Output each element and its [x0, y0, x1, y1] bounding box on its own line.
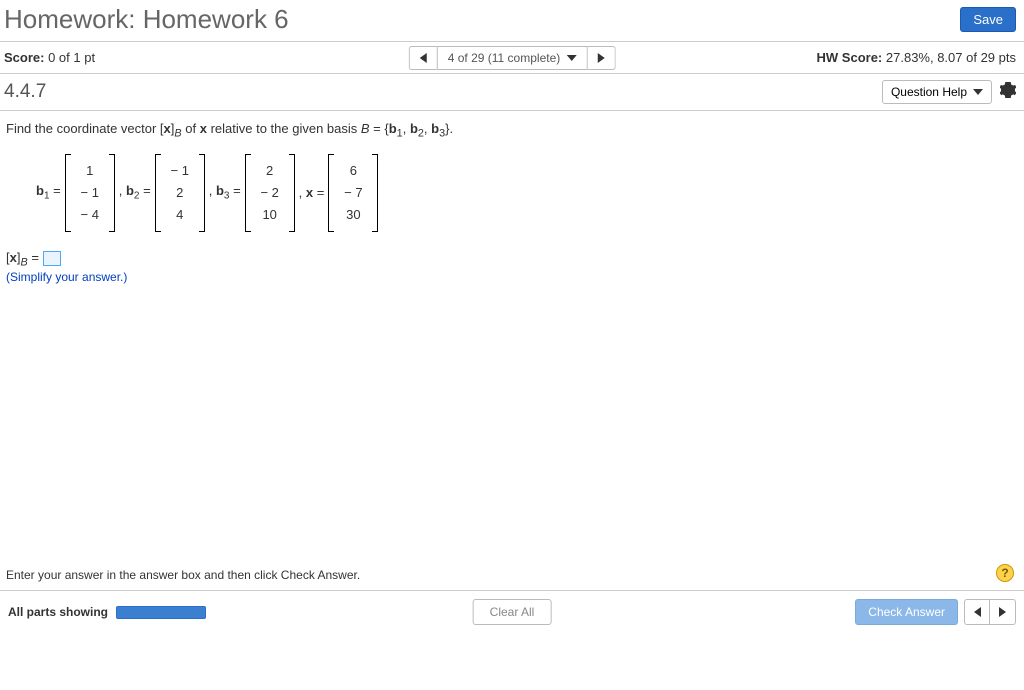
hw-score-value: 27.83%, 8.07 of 29 pts [886, 50, 1016, 65]
answer-line: [x]B = [6, 250, 1012, 269]
b1-vector: 1− 1− 4 [65, 154, 115, 232]
score-display: Score: 0 of 1 pt [4, 50, 95, 65]
clear-all-button[interactable]: Clear All [473, 599, 552, 625]
b3-vector: 2− 210 [245, 154, 295, 232]
sep: , b3 = [209, 183, 241, 202]
question-number: 4.4.7 [4, 81, 46, 103]
help-icon[interactable]: ? [996, 564, 1014, 582]
b2-vector: − 124 [155, 154, 205, 232]
save-button[interactable]: Save [960, 7, 1016, 32]
triangle-down-icon [973, 89, 983, 95]
triangle-left-icon [974, 607, 981, 617]
triangle-right-icon [999, 607, 1006, 617]
parts-showing-label: All parts showing [8, 605, 108, 619]
page-title: Homework: Homework 6 [4, 4, 289, 35]
question-help-button[interactable]: Question Help [882, 80, 992, 104]
hw-score-display: HW Score: 27.83%, 8.07 of 29 pts [817, 50, 1016, 65]
answer-hint: (Simplify your answer.) [6, 270, 1012, 284]
gear-icon[interactable] [1000, 82, 1016, 103]
nav-position-text: 4 of 29 (11 complete) [448, 51, 561, 65]
vector-equation: b1 = 1− 1− 4 , b2 = − 124 , b3 = 2− 210 … [36, 154, 1012, 232]
question-nav-dropdown[interactable]: 4 of 29 (11 complete) [437, 46, 588, 70]
triangle-down-icon [566, 55, 576, 61]
sep: , b2 = [119, 183, 151, 202]
prompt-text: Find the coordinate vector [6, 121, 160, 136]
prompt-text: relative to the given basis [207, 121, 361, 136]
next-question-button[interactable] [587, 46, 615, 70]
triangle-right-icon [597, 53, 604, 63]
prev-question-button[interactable] [409, 46, 437, 70]
problem-prompt: Find the coordinate vector [x]B of x rel… [6, 121, 1012, 140]
footer-next-button[interactable] [990, 599, 1016, 625]
footer-instruction: Enter your answer in the answer box and … [6, 568, 360, 582]
x-vector: 6− 730 [328, 154, 378, 232]
sep: , x = [299, 185, 325, 200]
footer-prev-button[interactable] [964, 599, 990, 625]
score-value: 0 of 1 pt [48, 50, 95, 65]
prompt-text: of [182, 121, 200, 136]
b1-label: b1 = [36, 183, 61, 202]
hw-score-label: HW Score: [817, 50, 883, 65]
answer-input[interactable] [43, 251, 61, 266]
question-help-label: Question Help [891, 85, 967, 99]
progress-bar [116, 606, 206, 619]
check-answer-button[interactable]: Check Answer [855, 599, 958, 625]
score-label: Score: [4, 50, 44, 65]
triangle-left-icon [420, 53, 427, 63]
